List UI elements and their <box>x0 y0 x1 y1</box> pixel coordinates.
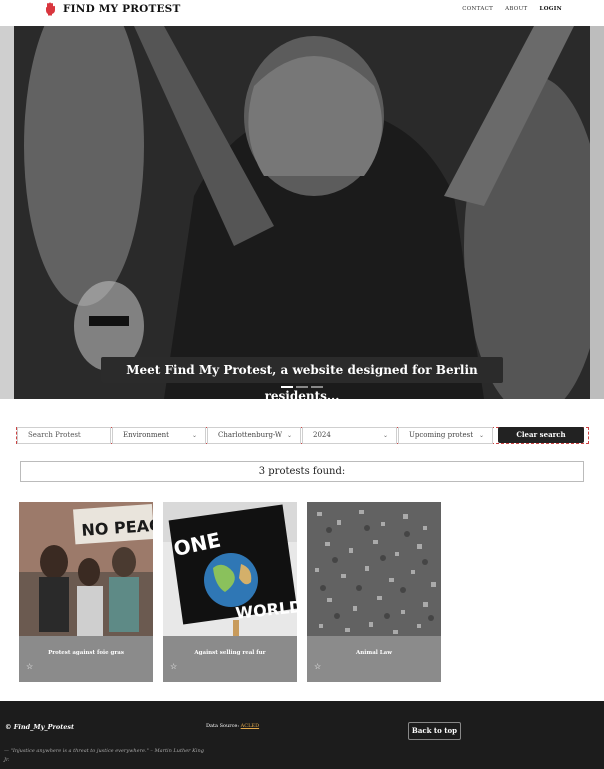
site-footer: © Find_My_Protest — "Injustice anywhere … <box>0 701 604 769</box>
nav-login-link[interactable]: LOGIN <box>540 6 562 12</box>
nav-about-link[interactable]: ABOUT <box>505 6 527 12</box>
data-source-link[interactable]: ACLED <box>241 723 259 729</box>
brand-logo[interactable]: FIND MY PROTEST <box>44 2 180 16</box>
district-select[interactable]: Charlottenburg-W ⌄ <box>207 427 301 444</box>
back-to-top-button[interactable]: Back to top <box>408 722 461 740</box>
nav-contact-link[interactable]: CONTACT <box>462 6 493 12</box>
main-nav: CONTACT ABOUT LOGIN <box>462 6 562 12</box>
chevron-down-icon: ⌄ <box>478 432 484 439</box>
card-title: Animal Law <box>356 650 392 656</box>
year-select-value: 2024 <box>313 431 331 439</box>
carousel-indicators <box>281 386 323 388</box>
chevron-down-icon: ⌄ <box>286 432 292 439</box>
data-source-label: Data Source: <box>206 723 240 729</box>
star-outline-icon[interactable]: ☆ <box>170 662 177 671</box>
card-image-no-peace-protest: NO PEACE <box>19 502 153 636</box>
results-count: 3 protests found: <box>20 461 584 482</box>
category-select-value: Environment <box>123 431 169 439</box>
carousel-dot-1[interactable] <box>281 386 293 388</box>
footer-quote: — "Injustice anywhere is a threat to jus… <box>4 747 204 765</box>
timing-select-value: Upcoming protest <box>409 431 474 439</box>
clear-search-button[interactable]: Clear search <box>498 427 584 443</box>
district-select-value: Charlottenburg-W <box>218 431 283 439</box>
card-image-one-world-sign: ONE WORLD <box>163 502 297 636</box>
chevron-down-icon: ⌄ <box>382 432 388 439</box>
card-title: Protest against foie gras <box>48 650 124 656</box>
hero-caption: Meet Find My Protest, a website designed… <box>101 357 503 399</box>
brand-name: FIND MY PROTEST <box>63 3 181 15</box>
footer-quote-text: "Injustice anywhere is a threat to justi… <box>4 748 204 763</box>
year-select[interactable]: 2024 ⌄ <box>302 427 397 444</box>
top-header: FIND MY PROTEST CONTACT ABOUT LOGIN <box>0 0 604 26</box>
card-image-crowd-aerial <box>307 502 441 636</box>
carousel-dot-2[interactable] <box>296 386 308 388</box>
copyright-icon: © <box>5 723 12 731</box>
carousel-next-slide-preview[interactable] <box>590 26 604 399</box>
dash-prefix: — <box>4 748 11 754</box>
data-source: Data Source: ACLED <box>206 723 259 729</box>
star-outline-icon[interactable]: ☆ <box>314 662 321 671</box>
raised-fist-icon <box>46 2 55 16</box>
hero-protest-photo <box>14 26 590 399</box>
chevron-down-icon: ⌄ <box>191 432 197 439</box>
carousel-dot-3[interactable] <box>311 386 323 388</box>
footer-brand-name: Find_My_Protest <box>13 723 75 731</box>
protest-card[interactable]: NO PEACE Protest against foie gras ☆ <box>19 502 153 682</box>
category-select[interactable]: Environment ⌄ <box>112 427 206 444</box>
card-title: Against selling real fur <box>194 650 266 656</box>
search-protest-input[interactable]: Search Protest <box>17 427 111 444</box>
carousel-prev-slide-preview[interactable] <box>0 26 14 399</box>
star-outline-icon[interactable]: ☆ <box>26 662 33 671</box>
protest-card[interactable]: Animal Law ☆ <box>307 502 441 682</box>
hero-carousel[interactable]: Meet Find My Protest, a website designed… <box>14 26 590 399</box>
protest-card[interactable]: ONE WORLD Against selling real fur ☆ <box>163 502 297 682</box>
footer-brand: © Find_My_Protest <box>5 723 74 731</box>
timing-select[interactable]: Upcoming protest ⌄ <box>398 427 493 444</box>
